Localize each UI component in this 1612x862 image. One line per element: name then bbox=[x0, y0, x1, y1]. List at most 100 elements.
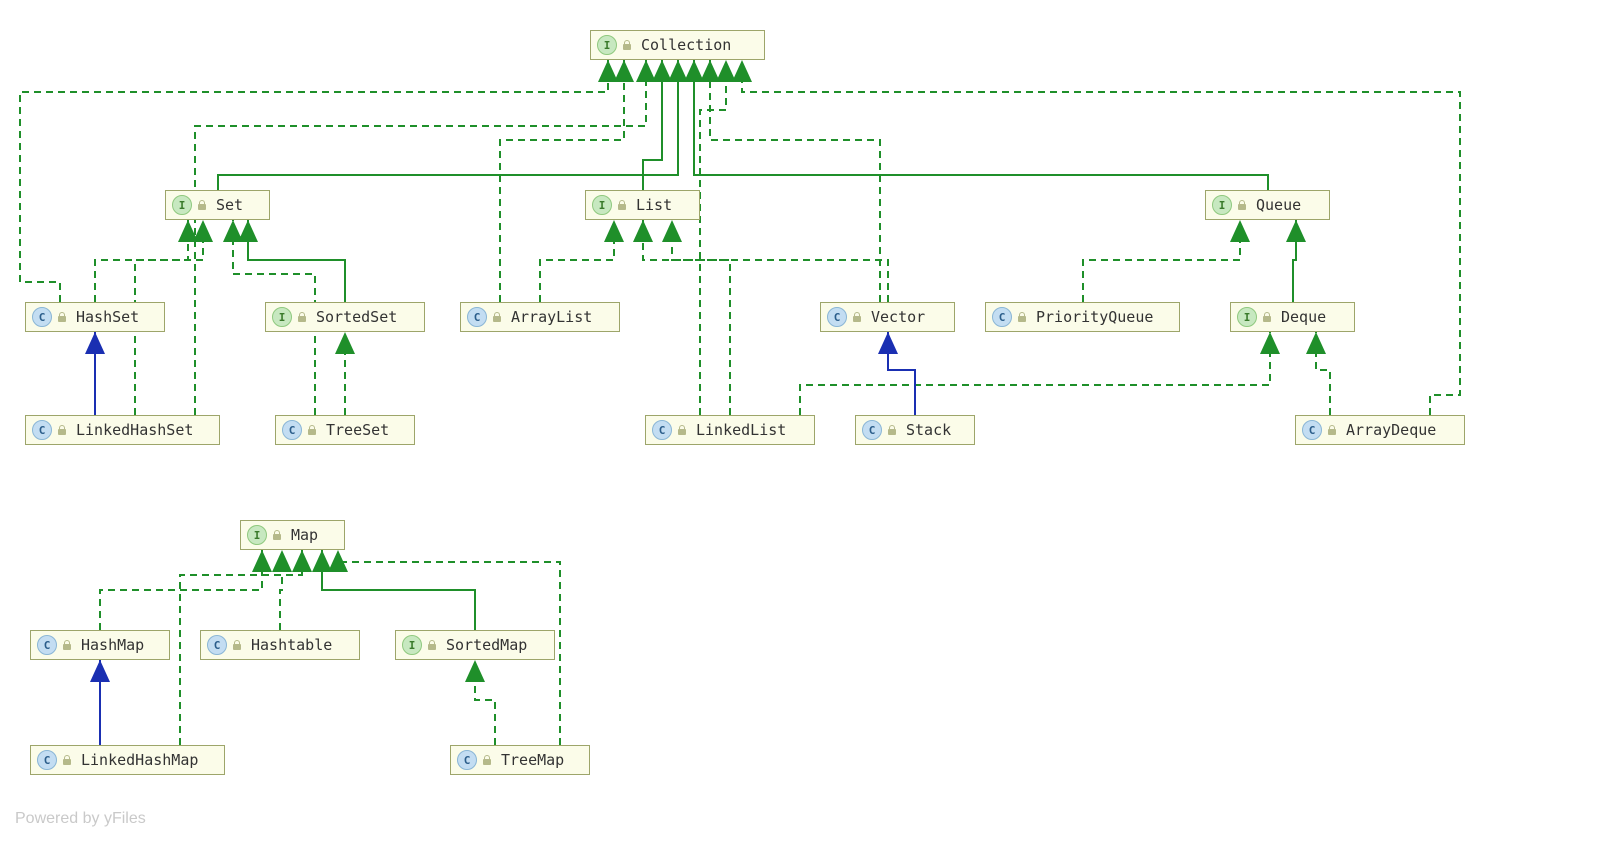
node-label: HashMap bbox=[81, 636, 144, 654]
node-label: Collection bbox=[641, 36, 731, 54]
class-icon: C bbox=[827, 307, 847, 327]
edge-Stack-Vector bbox=[888, 332, 915, 415]
node-HashSet[interactable]: C HashSet bbox=[25, 302, 165, 332]
edge-SortedMap-Map bbox=[322, 550, 475, 630]
edge-HashMap-Map bbox=[100, 550, 262, 630]
lock-icon bbox=[56, 424, 68, 436]
class-icon: C bbox=[1302, 420, 1322, 440]
watermark: Powered by yFiles bbox=[15, 810, 146, 828]
node-label: TreeSet bbox=[326, 421, 389, 439]
edge-ArrayDeque-Deque bbox=[1316, 332, 1330, 415]
lock-icon bbox=[61, 639, 73, 651]
node-label: TreeMap bbox=[501, 751, 564, 769]
node-Set[interactable]: I Set bbox=[165, 190, 270, 220]
edge-Queue-Collection bbox=[694, 60, 1268, 190]
node-LinkedList[interactable]: C LinkedList bbox=[645, 415, 815, 445]
edge-Vector-List bbox=[672, 220, 888, 302]
lock-icon bbox=[56, 311, 68, 323]
lock-icon bbox=[481, 754, 493, 766]
node-label: Queue bbox=[1256, 196, 1301, 214]
lock-icon bbox=[231, 639, 243, 651]
lock-icon bbox=[621, 39, 633, 51]
node-Collection[interactable]: I Collection bbox=[590, 30, 765, 60]
lock-icon bbox=[1236, 199, 1248, 211]
interface-icon: I bbox=[402, 635, 422, 655]
node-Map[interactable]: I Map bbox=[240, 520, 345, 550]
node-List[interactable]: I List bbox=[585, 190, 700, 220]
node-LinkedHashMap[interactable]: CLinkedHashMap bbox=[30, 745, 225, 775]
class-icon: C bbox=[32, 307, 52, 327]
edge-LinkedList-Deque bbox=[800, 332, 1270, 415]
edge-List-Collection bbox=[643, 60, 662, 190]
class-icon: C bbox=[32, 420, 52, 440]
node-LinkedHashSet[interactable]: C LinkedHashSet bbox=[25, 415, 220, 445]
edge-LinkedHashSet-Collection bbox=[195, 60, 646, 415]
class-icon: C bbox=[652, 420, 672, 440]
lock-icon bbox=[296, 311, 308, 323]
interface-icon: I bbox=[247, 525, 267, 545]
edge-Deque-Queue bbox=[1293, 220, 1296, 302]
lock-icon bbox=[491, 311, 503, 323]
class-icon: C bbox=[467, 307, 487, 327]
edge-ArrayList-List bbox=[540, 220, 614, 302]
lock-icon bbox=[616, 199, 628, 211]
edge-Hashtable-Map bbox=[280, 550, 282, 630]
node-Deque[interactable]: I Deque bbox=[1230, 302, 1355, 332]
class-icon: C bbox=[282, 420, 302, 440]
edge-HashSet-Collection bbox=[20, 60, 608, 302]
lock-icon bbox=[196, 199, 208, 211]
lock-icon bbox=[271, 529, 283, 541]
node-label: ArrayDeque bbox=[1346, 421, 1436, 439]
lock-icon bbox=[426, 639, 438, 651]
node-label: Hashtable bbox=[251, 636, 332, 654]
edge-LinkedList-Collection bbox=[700, 60, 726, 415]
edge-SortedSet-Set bbox=[248, 220, 345, 302]
node-SortedSet[interactable]: ISortedSet bbox=[265, 302, 425, 332]
node-TreeSet[interactable]: C TreeSet bbox=[275, 415, 415, 445]
node-label: LinkedList bbox=[696, 421, 786, 439]
interface-icon: I bbox=[597, 35, 617, 55]
class-icon: C bbox=[862, 420, 882, 440]
node-ArrayList[interactable]: CArrayList bbox=[460, 302, 620, 332]
node-label: Deque bbox=[1281, 308, 1326, 326]
interface-icon: I bbox=[172, 195, 192, 215]
lock-icon bbox=[306, 424, 318, 436]
node-TreeMap[interactable]: C TreeMap bbox=[450, 745, 590, 775]
interface-icon: I bbox=[592, 195, 612, 215]
class-icon: C bbox=[457, 750, 477, 770]
node-label: PriorityQueue bbox=[1036, 308, 1153, 326]
node-label: Vector bbox=[871, 308, 925, 326]
lock-icon bbox=[851, 311, 863, 323]
node-label: Set bbox=[216, 196, 243, 214]
node-label: List bbox=[636, 196, 672, 214]
edge-ArrayDeque-Collection bbox=[742, 60, 1460, 415]
node-Vector[interactable]: C Vector bbox=[820, 302, 955, 332]
node-Queue[interactable]: IQueue bbox=[1205, 190, 1330, 220]
node-HashMap[interactable]: C HashMap bbox=[30, 630, 170, 660]
lock-icon bbox=[1261, 311, 1273, 323]
interface-icon: I bbox=[1237, 307, 1257, 327]
node-label: HashSet bbox=[76, 308, 139, 326]
edge-ArrayList-Collection bbox=[500, 60, 624, 302]
edge-Vector-Collection bbox=[710, 60, 880, 302]
lock-icon bbox=[886, 424, 898, 436]
node-Stack[interactable]: C Stack bbox=[855, 415, 975, 445]
edge-LinkedList-List bbox=[643, 220, 730, 415]
class-icon: C bbox=[992, 307, 1012, 327]
node-label: Map bbox=[291, 526, 318, 544]
interface-icon: I bbox=[272, 307, 292, 327]
class-icon: C bbox=[207, 635, 227, 655]
diagram-canvas: ICollectionISetIListIQueueCHashSetISorte… bbox=[0, 0, 1612, 862]
class-icon: C bbox=[37, 635, 57, 655]
edge-PriorityQueue-Queue bbox=[1083, 220, 1240, 302]
node-label: SortedMap bbox=[446, 636, 527, 654]
node-label: LinkedHashSet bbox=[76, 421, 193, 439]
lock-icon bbox=[1326, 424, 1338, 436]
node-PriorityQueue[interactable]: C PriorityQueue bbox=[985, 302, 1180, 332]
node-label: Stack bbox=[906, 421, 951, 439]
node-Hashtable[interactable]: C Hashtable bbox=[200, 630, 360, 660]
lock-icon bbox=[676, 424, 688, 436]
node-SortedMap[interactable]: I SortedMap bbox=[395, 630, 555, 660]
node-ArrayDeque[interactable]: C ArrayDeque bbox=[1295, 415, 1465, 445]
edge-HashSet-Set bbox=[95, 220, 188, 302]
